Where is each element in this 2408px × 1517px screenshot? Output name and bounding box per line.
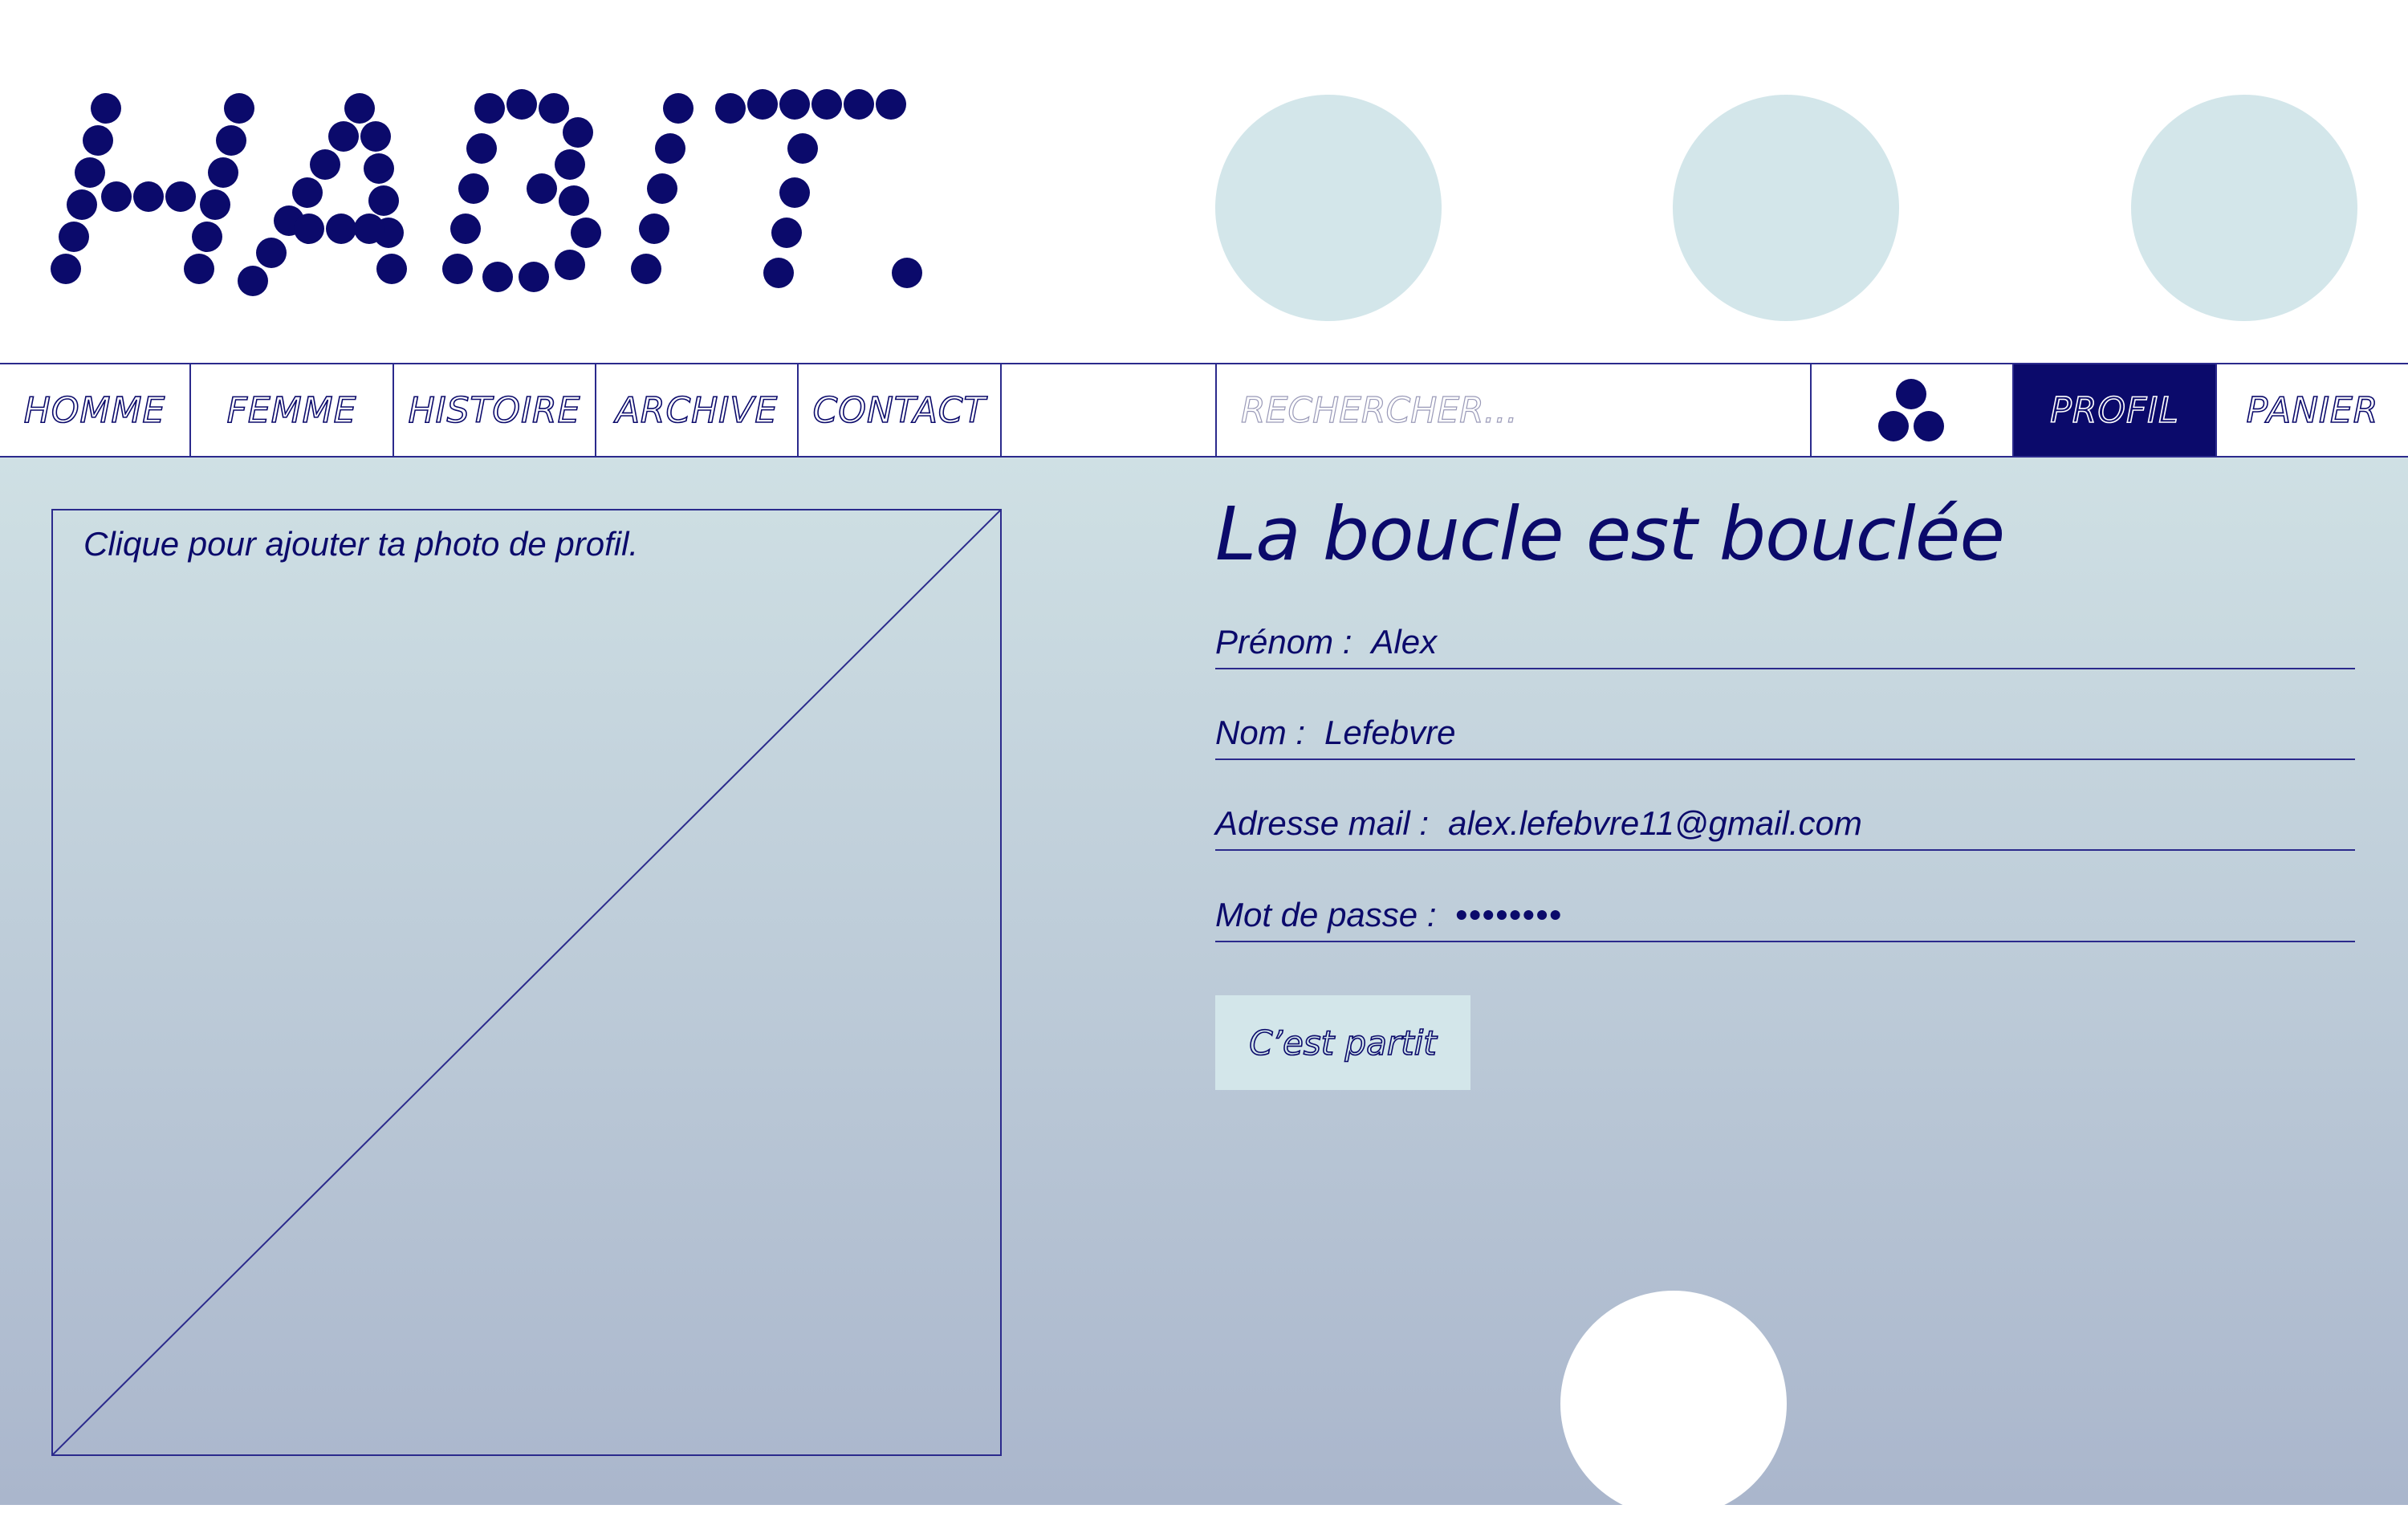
logo-dot bbox=[165, 181, 196, 212]
logo-dot bbox=[519, 262, 549, 292]
logo-dot bbox=[326, 214, 356, 244]
logo-dot bbox=[655, 133, 685, 164]
field-label: Prénom : bbox=[1215, 623, 1352, 661]
logo-dot bbox=[292, 177, 323, 208]
logo-dot bbox=[59, 222, 89, 252]
logo-dot bbox=[238, 266, 268, 296]
nav-homme[interactable]: HOMME bbox=[0, 364, 191, 456]
logo-dot bbox=[571, 218, 601, 248]
logo-dot bbox=[876, 89, 906, 120]
logo-dot bbox=[364, 153, 394, 184]
logo-dot bbox=[555, 149, 585, 180]
nav-histoire[interactable]: HISTOIRE bbox=[394, 364, 596, 456]
logo-dot bbox=[892, 258, 922, 288]
logo-dot bbox=[631, 254, 661, 284]
logo-dot bbox=[555, 250, 585, 280]
logo-dot bbox=[747, 89, 778, 120]
search-input[interactable] bbox=[1239, 388, 1810, 432]
field-label: Mot de passe : bbox=[1215, 896, 1437, 933]
logo-dot bbox=[256, 238, 287, 268]
logo-dot bbox=[360, 121, 391, 152]
logo-dot bbox=[715, 93, 746, 124]
dotted-logo-icon bbox=[51, 89, 922, 296]
logo-dot bbox=[539, 93, 569, 124]
photo-upload-hint: Clique pour ajouter ta photo de profil. bbox=[83, 525, 639, 563]
email-field[interactable]: Adresse mail : alex.lefebvre11@gmail.com bbox=[1215, 799, 2355, 851]
password-field[interactable]: Mot de passe : •••••••• bbox=[1215, 891, 2355, 942]
logo-dot bbox=[208, 157, 238, 188]
header bbox=[0, 0, 2408, 363]
logo-dot bbox=[51, 254, 81, 284]
cluster-dot bbox=[1914, 411, 1944, 441]
logo-dot bbox=[200, 189, 230, 220]
cursor-circle bbox=[1560, 1291, 1787, 1517]
logo-dot bbox=[647, 173, 677, 204]
logo-dot bbox=[442, 254, 473, 284]
logo-dot bbox=[368, 185, 399, 216]
logo-dot bbox=[192, 222, 222, 252]
logo-dot bbox=[67, 189, 97, 220]
logo-dot bbox=[527, 173, 557, 204]
logo-dot bbox=[224, 93, 254, 124]
profile-photo-upload[interactable]: Clique pour ajouter ta photo de profil. bbox=[51, 509, 1002, 1456]
logo-dot bbox=[563, 117, 593, 148]
nav-profil[interactable]: PROFIL bbox=[2014, 364, 2217, 456]
logo-dot bbox=[91, 93, 121, 124]
logo-dot bbox=[771, 218, 802, 248]
decorative-circle bbox=[2131, 95, 2357, 321]
field-label: Nom : bbox=[1215, 714, 1306, 751]
logo-dot bbox=[779, 177, 810, 208]
logo-dot bbox=[506, 89, 537, 120]
logo-dot bbox=[779, 89, 810, 120]
first-name-field[interactable]: Prénom : Alex bbox=[1215, 618, 2355, 669]
search-box bbox=[1215, 364, 1812, 456]
logo-dot bbox=[844, 89, 874, 120]
last-name-value[interactable]: Lefebvre bbox=[1324, 714, 1455, 752]
logo-dot bbox=[83, 125, 113, 156]
logo-dot bbox=[354, 214, 384, 244]
logo-dot bbox=[376, 254, 407, 284]
last-name-field[interactable]: Nom : Lefebvre bbox=[1215, 709, 2355, 760]
password-value[interactable]: •••••••• bbox=[1455, 896, 1563, 934]
logo-dot bbox=[787, 133, 818, 164]
image-placeholder-icon bbox=[53, 510, 1000, 1454]
decorative-circle bbox=[1673, 95, 1899, 321]
logo-dot bbox=[101, 181, 132, 212]
logo-dot bbox=[474, 93, 505, 124]
nav-archive[interactable]: ARCHIVE bbox=[596, 364, 799, 456]
logo-dot bbox=[344, 93, 375, 124]
logo-dot bbox=[294, 214, 324, 244]
nav-contact[interactable]: CONTACT bbox=[799, 364, 1002, 456]
logo-dot bbox=[216, 125, 246, 156]
nav-panier[interactable]: PANIER bbox=[2217, 364, 2408, 456]
logo-dot bbox=[458, 173, 489, 204]
nav-femme[interactable]: FEMME bbox=[191, 364, 394, 456]
profile-page: Clique pour ajouter ta photo de profil. … bbox=[0, 458, 2408, 1517]
email-value[interactable]: alex.lefebvre11@gmail.com bbox=[1448, 804, 1862, 843]
logo-dot bbox=[133, 181, 164, 212]
logo-dot bbox=[663, 93, 694, 124]
main-nav: HOMME FEMME HISTOIRE ARCHIVE CONTACT PRO… bbox=[0, 363, 2408, 458]
logo-dot bbox=[811, 89, 842, 120]
logo-dot bbox=[328, 121, 359, 152]
logo-dot bbox=[639, 214, 669, 244]
habit-logo[interactable] bbox=[40, 72, 955, 337]
logo-dot bbox=[450, 214, 481, 244]
cluster-dot bbox=[1896, 379, 1926, 409]
field-label: Adresse mail : bbox=[1215, 804, 1430, 842]
logo-dot bbox=[482, 262, 513, 292]
logo-dot bbox=[763, 258, 794, 288]
submit-button[interactable]: C’est partit bbox=[1215, 995, 1470, 1090]
three-dots-cluster-icon[interactable] bbox=[1812, 364, 2014, 456]
cluster-dot bbox=[1878, 411, 1909, 441]
first-name-value[interactable]: Alex bbox=[1371, 623, 1437, 661]
decorative-circle bbox=[1215, 95, 1442, 321]
logo-dot bbox=[184, 254, 214, 284]
logo-dot bbox=[75, 157, 105, 188]
logo-dot bbox=[466, 133, 497, 164]
page-title: La boucle est bouclée bbox=[1215, 491, 2005, 577]
logo-dot bbox=[310, 149, 340, 180]
logo-dot bbox=[559, 185, 589, 216]
